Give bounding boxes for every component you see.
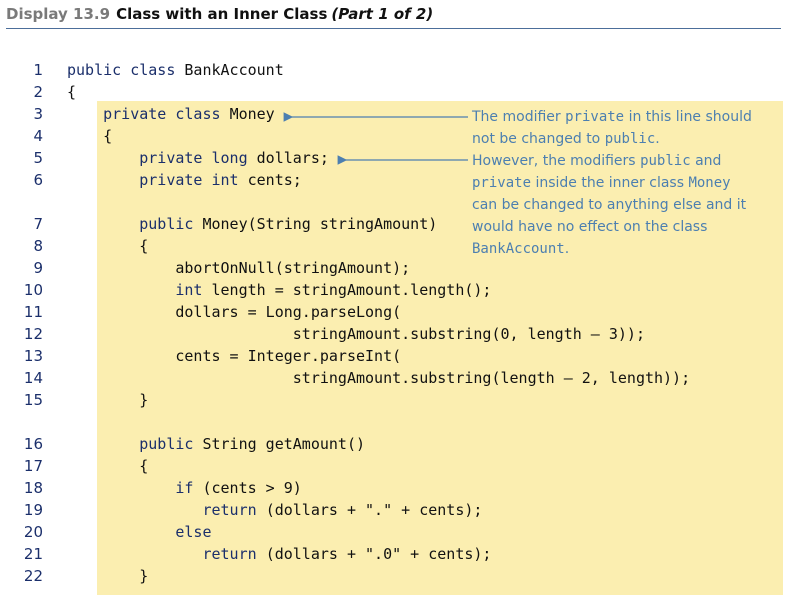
annotation-text: and <box>690 153 722 169</box>
annotation-text: . <box>655 131 660 147</box>
annotation-code: private <box>565 109 625 125</box>
annotation-line: However, the modifiers public and <box>472 150 752 172</box>
annotation-text: not be changed to <box>472 131 605 147</box>
annotation-text: The modifier <box>472 109 566 125</box>
annotation-line: private inside the inner class Money <box>472 172 752 194</box>
annotation-code: private <box>472 175 532 191</box>
annotation-line: The modifier private in this line should <box>472 106 752 128</box>
annotation-line: would have no effect on the class <box>472 216 752 238</box>
annotation-code: public <box>640 153 691 169</box>
annotation-text: would have no effect on the class <box>472 219 708 235</box>
annotation-arrows <box>283 112 468 165</box>
annotation-note: The modifier private in this line should… <box>472 106 752 260</box>
annotation-line: BankAccount. <box>472 238 752 260</box>
annotation-line: can be changed to anything else and it <box>472 194 752 216</box>
annotation-text: can be changed to anything else and it <box>472 197 747 213</box>
annotation-line: not be changed to public. <box>472 128 752 150</box>
annotation-code: Money <box>688 175 731 191</box>
annotation-code: BankAccount <box>472 241 565 257</box>
annotation-text: . <box>564 241 570 257</box>
annotation-text: in this line should <box>624 109 752 125</box>
annotation-code: public <box>604 131 656 147</box>
annotation-text: However, the modifiers <box>472 153 641 169</box>
annotation-text: inside the inner class <box>531 175 689 191</box>
